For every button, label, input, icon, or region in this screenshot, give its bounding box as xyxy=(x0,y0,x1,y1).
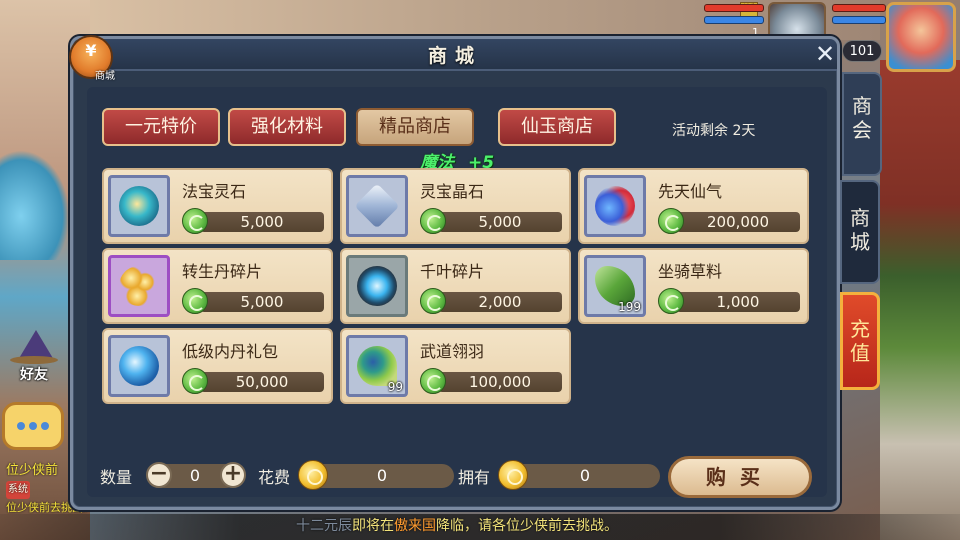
cost-value: 0 xyxy=(310,464,454,488)
item-icon-frame xyxy=(108,335,170,397)
jade-coin-icon xyxy=(420,368,446,394)
hero-portrait[interactable] xyxy=(886,2,956,72)
item-icon-frame xyxy=(108,255,170,317)
item-name: 灵宝晶石 xyxy=(420,182,485,201)
item-card[interactable]: 转生丹碎片 5,000 xyxy=(102,248,333,324)
item-price: 5,000 xyxy=(438,212,562,232)
item-card[interactable]: 199 坐骑草料 1,000 xyxy=(578,248,809,324)
jade-coin-icon xyxy=(182,288,208,314)
chat-dot-icon xyxy=(17,422,25,430)
item-count: 199 xyxy=(618,300,641,314)
money-bag-icon: ¥ xyxy=(85,41,97,60)
chat-button[interactable] xyxy=(2,402,64,450)
tab-premium-shop[interactable]: 精品商店 xyxy=(356,108,474,146)
minus-button[interactable]: − xyxy=(146,462,172,488)
item-icon-frame xyxy=(346,175,408,237)
item-name: 法宝灵石 xyxy=(182,182,247,201)
panel-title: 商城 xyxy=(427,45,482,67)
item-price: 50,000 xyxy=(200,372,324,392)
item-name: 转生丹碎片 xyxy=(182,262,263,281)
announcement-marquee: 十二元辰即将在傲来国降临，请各位少侠前去挑战。 xyxy=(0,514,960,540)
item-name: 武道翎羽 xyxy=(420,342,485,361)
item-card[interactable]: 千叶碎片 2,000 xyxy=(340,248,571,324)
jade-coin-icon xyxy=(182,208,208,234)
item-name: 低级内丹礼包 xyxy=(182,342,279,361)
owned-value: 0 xyxy=(510,464,660,488)
item-icon-frame xyxy=(346,255,408,317)
panel-header: 商城 ✕ xyxy=(73,39,837,71)
blue-orb-icon xyxy=(119,346,159,386)
item-name: 千叶碎片 xyxy=(420,262,485,281)
side-tab-recharge[interactable]: 充值 xyxy=(840,292,880,390)
item-card[interactable]: 法宝灵石 5,000 xyxy=(102,168,333,244)
item-price: 100,000 xyxy=(438,372,562,392)
chat-dot-icon xyxy=(29,422,37,430)
jade-coin-icon xyxy=(658,288,684,314)
item-name: 先天仙气 xyxy=(658,182,723,201)
fountain-decoration xyxy=(0,150,70,260)
side-tab-label: 商会 xyxy=(852,94,872,142)
item-count: 99 xyxy=(387,380,403,394)
crystal-icon xyxy=(354,183,400,229)
friends-label: 好友 xyxy=(20,367,48,383)
hat-brim xyxy=(10,356,58,364)
item-icon-frame: 199 xyxy=(584,255,646,317)
item-price: 1,000 xyxy=(676,292,800,312)
side-tab-label: 商城 xyxy=(850,206,870,254)
jade-coin-icon xyxy=(658,208,684,234)
item-price: 200,000 xyxy=(676,212,800,232)
tab-xianyu-shop[interactable]: 仙玉商店 xyxy=(498,108,616,146)
side-tab-shangcheng[interactable]: 商城 xyxy=(840,180,880,284)
marquee-text: 降临，请各位少侠前去挑战。 xyxy=(436,518,618,534)
quantity-label: 数量 xyxy=(100,468,133,487)
background-right-scene xyxy=(880,60,960,540)
item-name: 坐骑草料 xyxy=(658,262,723,281)
chat-dot-icon xyxy=(41,422,49,430)
buy-button[interactable]: 购买 xyxy=(668,456,812,498)
item-card[interactable]: 低级内丹礼包 50,000 xyxy=(102,328,333,404)
orb-gem-icon xyxy=(119,186,159,226)
item-price: 2,000 xyxy=(438,292,562,312)
item-card[interactable]: 灵宝晶石 5,000 xyxy=(340,168,571,244)
item-icon-frame: 99 xyxy=(346,335,408,397)
item-icon-frame xyxy=(108,175,170,237)
hero-mp-bar xyxy=(832,16,886,24)
pet-mp-bar xyxy=(704,16,764,24)
purchase-bar: 数量 0 − + 花费 0 拥有 0 购买 xyxy=(100,456,820,498)
item-card[interactable]: 先天仙气 200,000 xyxy=(578,168,809,244)
marquee-faded-text: 十二元辰 xyxy=(296,518,352,534)
marquee-text: 即将在 xyxy=(352,518,394,534)
side-tab-label: 充值 xyxy=(850,317,870,365)
system-tag: 系统 xyxy=(6,481,30,499)
close-button[interactable]: ✕ xyxy=(813,42,837,67)
item-card[interactable]: 99 武道翎羽 100,000 xyxy=(340,328,571,404)
plus-button[interactable]: + xyxy=(220,462,246,488)
hero-level-badge: 101 xyxy=(842,40,882,62)
item-price: 5,000 xyxy=(200,292,324,312)
blue-lotus-icon xyxy=(357,266,397,306)
item-price: 5,000 xyxy=(200,212,324,232)
activity-remaining: 活动剩余 2天 xyxy=(672,123,756,139)
gold-coin-icon xyxy=(498,460,528,490)
golden-pill-icon xyxy=(119,266,159,306)
spirit-flame-icon xyxy=(595,186,635,226)
tab-materials[interactable]: 强化材料 xyxy=(228,108,346,146)
jade-coin-icon xyxy=(420,288,446,314)
marquee-place: 傲来国 xyxy=(394,518,436,534)
owned-label: 拥有 xyxy=(458,468,491,487)
tab-yiyuan[interactable]: 一元特价 xyxy=(102,108,220,146)
hero-hp-bar xyxy=(832,4,886,12)
cost-label: 花费 xyxy=(258,468,291,487)
jade-coin-icon xyxy=(420,208,446,234)
side-tab-shanghui[interactable]: 商会 xyxy=(842,72,882,176)
gold-coin-icon xyxy=(298,460,328,490)
friends-button[interactable]: 好友 xyxy=(8,330,60,388)
shop-icon-label: 商城 xyxy=(95,71,115,82)
jade-coin-icon xyxy=(182,368,208,394)
pet-hp-bar xyxy=(704,4,764,12)
item-icon-frame xyxy=(584,175,646,237)
